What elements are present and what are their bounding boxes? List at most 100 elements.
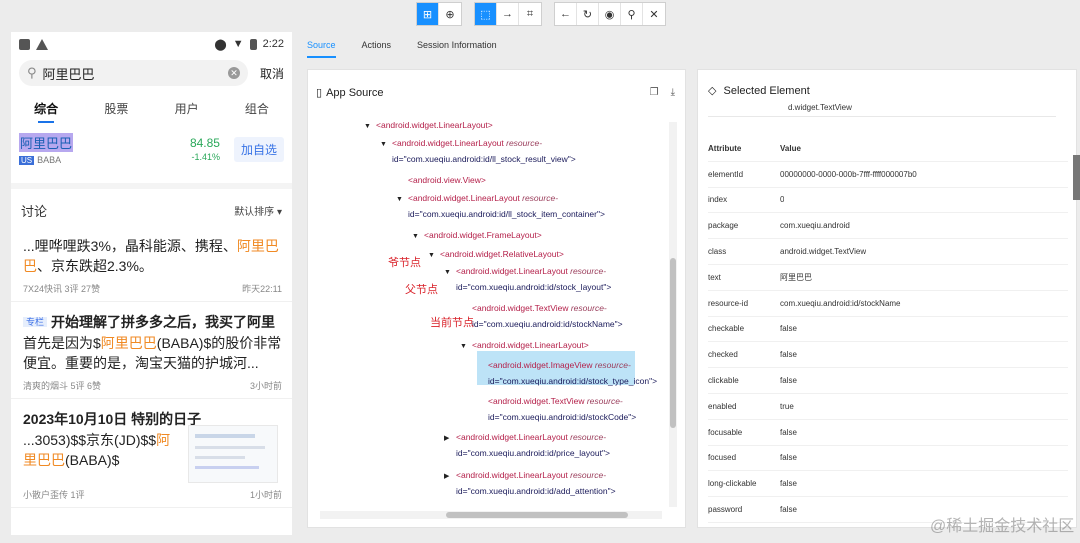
discussion-title: 讨论: [21, 204, 48, 219]
globe-icon[interactable]: ⊕: [439, 3, 461, 25]
attribute-value[interactable]: 阿里巴巴: [780, 272, 812, 283]
attribute-value[interactable]: false: [780, 505, 797, 514]
attribute-value[interactable]: android.widget.TextView: [780, 247, 866, 256]
expand-arrow-icon[interactable]: ▶: [444, 434, 456, 442]
post-highlight: 阿: [156, 432, 171, 448]
attribute-value[interactable]: com.xueqiu.android:id/stockName: [780, 299, 901, 308]
tree-node[interactable]: <android.widget.ImageView resource-id="c…: [476, 360, 657, 386]
tab-comprehensive[interactable]: 综合: [34, 100, 58, 123]
eye-icon[interactable]: ◉: [599, 3, 621, 25]
table-row: resource-id com.xueqiu.android:id/stockNa…: [708, 291, 1068, 317]
interaction-group: ⬚ → ⌗: [474, 2, 542, 26]
grid-icon[interactable]: ⊞: [417, 3, 439, 25]
tree-node[interactable]: ▼ <android.widget.LinearLayout resource-i…: [396, 193, 605, 219]
tab-stocks[interactable]: 股票: [104, 100, 128, 117]
vertical-scrollbar[interactable]: [669, 122, 677, 507]
node-attribute: resource-: [568, 303, 607, 313]
tab-users[interactable]: 用户: [175, 100, 199, 117]
cancel-button[interactable]: 取消: [260, 65, 284, 82]
node-tag: <android.widget.FrameLayout>: [424, 230, 542, 240]
clear-icon[interactable]: ✕: [227, 67, 240, 79]
tree-node[interactable]: ▶ <android.widget.LinearLayout resource-i…: [444, 470, 616, 496]
tree-node[interactable]: ▼ <android.widget.RelativeLayout>: [428, 249, 564, 259]
node-attribute: resource-: [592, 360, 631, 370]
search-icon[interactable]: ⚲: [621, 3, 643, 25]
side-handle[interactable]: [1073, 155, 1080, 200]
table-row: checkable false: [708, 317, 1068, 343]
device-screen[interactable]: ⬤ ▼ 2:22 ⚲ 阿里巴巴 ✕ 取消 综合 股票 用户 组合 阿里巴巴 US…: [11, 32, 292, 535]
expand-arrow-icon[interactable]: ▼: [380, 141, 392, 148]
select-element-icon[interactable]: ⬚: [475, 3, 497, 25]
sort-dropdown[interactable]: 默认排序 ▾: [234, 203, 282, 218]
stock-result-row[interactable]: 阿里巴巴 US BABA 84.85 -1.41% 加自选: [11, 123, 292, 173]
stock-name[interactable]: 阿里巴巴: [19, 133, 74, 152]
node-attribute: resource-: [567, 470, 607, 480]
attribute-value[interactable]: com.xueqiu.android: [780, 221, 850, 230]
post-title: 开始理解了拼多多之后，我买了阿里: [51, 314, 276, 330]
attribute-value[interactable]: 0: [780, 195, 784, 204]
expand-arrow-icon[interactable]: ▼: [444, 269, 456, 276]
attribute-value[interactable]: false: [780, 453, 797, 462]
refresh-icon[interactable]: ↻: [577, 3, 599, 25]
stock-price: 84.85: [189, 136, 220, 150]
tree-node[interactable]: ▼ <android.widget.FrameLayout>: [412, 230, 542, 240]
node-tag: <android.widget.TextView: [472, 303, 569, 313]
expand-arrow-icon[interactable]: ▼: [364, 123, 376, 130]
node-tag: <android.widget.RelativeLayout>: [440, 249, 564, 259]
close-icon[interactable]: ✕: [643, 3, 665, 25]
list-item[interactable]: ...哩哗哩跌3%，晶科能源、携程、阿里巴巴、京东跌超2.3%。 7X24快讯 …: [11, 226, 292, 302]
copy-icon[interactable]: ❐: [650, 87, 659, 98]
tab-actions[interactable]: Actions: [362, 40, 392, 58]
expand-arrow-icon[interactable]: ▶: [444, 472, 456, 480]
attribute-value[interactable]: false: [780, 428, 797, 437]
search-input[interactable]: ⚲ 阿里巴巴 ✕: [19, 60, 248, 86]
table-row: index 0: [708, 188, 1068, 214]
attribute-name: elementId: [708, 169, 744, 179]
post-time: 昨天22:11: [242, 284, 282, 294]
download-icon[interactable]: ⤓: [671, 87, 675, 98]
horizontal-scrollbar[interactable]: [320, 511, 662, 519]
tree-node[interactable]: <android.view.View>: [396, 175, 486, 185]
attribute-value[interactable]: false: [780, 350, 797, 359]
tree-node[interactable]: <android.widget.TextView resource-id="co…: [460, 303, 623, 329]
expand-arrow-icon[interactable]: ▼: [428, 252, 440, 259]
column-badge: 专栏: [23, 317, 48, 327]
attribute-name: enabled: [708, 401, 737, 411]
tree-node[interactable]: <android.widget.TextView resource-id="co…: [476, 396, 636, 422]
node-attribute: resource-: [519, 193, 559, 203]
node-tag: <android.widget.LinearLayout>: [376, 120, 493, 130]
back-icon[interactable]: ←: [555, 3, 577, 25]
tree-node[interactable]: ▼ <android.widget.LinearLayout resource-i…: [380, 138, 576, 164]
tab-portfolios[interactable]: 组合: [245, 100, 269, 117]
expand-arrow-icon[interactable]: ▼: [396, 196, 408, 203]
post-text: ...3053)$$京东(JD)$$: [23, 432, 157, 448]
node-resource-id: id="com.xueqiu.android:id/ll_stock_resul…: [392, 154, 576, 164]
tab-session-information[interactable]: Session Information: [417, 40, 497, 58]
tree-node[interactable]: ▼ <android.widget.LinearLayout>: [460, 340, 589, 350]
attribute-value[interactable]: false: [780, 479, 797, 488]
stock-code: BABA: [37, 155, 62, 165]
tap-coordinates-icon[interactable]: ⌗: [519, 3, 541, 25]
expand-arrow-icon[interactable]: ▼: [412, 233, 424, 240]
app-source-title: App Source: [326, 86, 384, 99]
add-watchlist-button[interactable]: 加自选: [233, 136, 284, 162]
post-stats: 3评 27赞: [64, 284, 101, 294]
tab-source[interactable]: Source: [307, 40, 336, 58]
attribute-value[interactable]: false: [780, 376, 797, 385]
attribute-value[interactable]: 00000000-0000-000b-7fff-ffff000007b0: [780, 170, 917, 179]
attribute-name: password: [708, 505, 743, 515]
list-item[interactable]: 2023年10月10日 特别的日子 ...3053)$$京东(JD)$$阿 里巴巴…: [11, 399, 292, 508]
attribute-value[interactable]: true: [780, 402, 794, 411]
tree-node[interactable]: ▼ <android.widget.LinearLayout>: [364, 120, 493, 130]
list-item[interactable]: 专栏 开始理解了拼多多之后，我买了阿里 首先是因为$阿里巴巴(BABA)$的股价非…: [11, 302, 292, 399]
column-header: Value: [780, 143, 801, 153]
swipe-icon[interactable]: →: [497, 3, 519, 25]
attribute-value[interactable]: false: [780, 324, 797, 333]
expand-arrow-icon[interactable]: ▼: [460, 343, 472, 350]
stock-change: -1.41%: [191, 152, 220, 162]
tree-node[interactable]: ▶ <android.widget.LinearLayout resource-i…: [444, 432, 610, 458]
discussion-header: 讨论 默认排序 ▾: [11, 189, 292, 226]
table-row: focusable false: [708, 420, 1068, 446]
tree-node[interactable]: ▼ <android.widget.LinearLayout resource-i…: [444, 266, 611, 292]
source-tree[interactable]: ▼ <android.widget.LinearLayout> ▼ <android.…: [308, 116, 670, 511]
